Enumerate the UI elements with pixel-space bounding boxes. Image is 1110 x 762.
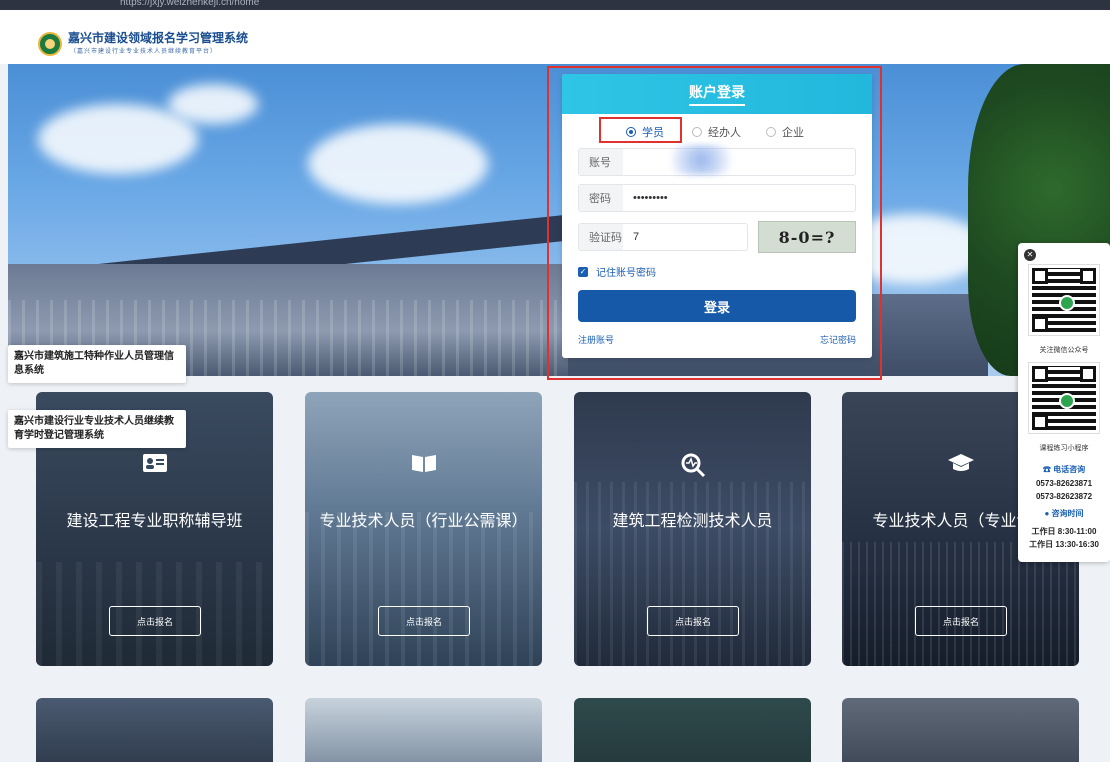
course-card-public[interactable]: 专业技术人员（行业公需课） 点击报名	[305, 392, 542, 666]
phone-icon: ☎	[1042, 465, 1054, 474]
signup-button[interactable]: 点击报名	[647, 606, 739, 636]
close-icon[interactable]: ✕	[1024, 249, 1036, 261]
inspection-icon	[574, 452, 811, 478]
system-link-cpd-registration[interactable]: 嘉兴市建设行业专业技术人员继续教育学时登记管理系统	[8, 410, 186, 448]
phone-number: 0573-82623871	[1035, 479, 1093, 488]
course-card-row2-4[interactable]	[842, 698, 1079, 762]
signup-button[interactable]: 点击报名	[915, 606, 1007, 636]
site-header: 嘉兴市建设领域报名学习管理系统 （嘉兴市建设行业专业技术人员继续教育平台）	[0, 10, 1110, 64]
signup-button[interactable]: 点击报名	[378, 606, 470, 636]
hours-text: 工作日 13:30-16:30	[1029, 540, 1099, 549]
miniprogram-qr-code	[1028, 362, 1100, 434]
course-card-row2-1[interactable]	[36, 698, 273, 762]
id-card-icon	[36, 452, 273, 474]
role-highlight-box	[599, 117, 682, 143]
phone-heading: ☎ 电话咨询	[1042, 465, 1086, 474]
qr-contact-panel: ✕ 关注微信公众号 课程练习小程序 ☎ 电话咨询 0573-82623871 0…	[1018, 243, 1110, 562]
course-card-inspection[interactable]: 建筑工程检测技术人员 点击报名	[574, 392, 811, 666]
hours-text: 工作日 8:30-11:00	[1031, 527, 1097, 536]
system-link-special-workers[interactable]: 嘉兴市建筑施工特种作业人员管理信息系统	[8, 345, 186, 383]
signup-button[interactable]: 点击报名	[109, 606, 201, 636]
course-card-row2-3[interactable]	[574, 698, 811, 762]
card-title: 专业技术人员（行业公需课）	[319, 513, 528, 530]
app-root: https://jxjy.weizhenkeji.cn/home 嘉兴市建设领域…	[0, 0, 1110, 762]
site-logo	[38, 32, 62, 56]
card-title: 建筑工程检测技术人员	[612, 513, 773, 530]
phone-number: 0573-82623872	[1035, 492, 1093, 501]
course-card-row2-2[interactable]	[305, 698, 542, 762]
site-subtitle: （嘉兴市建设行业专业技术人员继续教育平台）	[70, 49, 218, 55]
url-text[interactable]: https://jxjy.weizhenkeji.cn/home	[120, 0, 259, 8]
clock-icon: ●	[1044, 509, 1052, 518]
book-icon	[305, 452, 542, 474]
wechat-qr-code	[1028, 264, 1100, 336]
qr2-caption: 课程练习小程序	[1039, 445, 1089, 452]
login-highlight-box	[547, 66, 882, 380]
hours-heading: ● 咨询时间	[1044, 509, 1084, 518]
qr1-caption: 关注微信公众号	[1039, 347, 1089, 354]
site-title: 嘉兴市建设领域报名学习管理系统	[68, 31, 249, 45]
browser-address-bar[interactable]: https://jxjy.weizhenkeji.cn/home	[0, 0, 1110, 10]
card-title: 建设工程专业职称辅导班	[66, 513, 243, 530]
